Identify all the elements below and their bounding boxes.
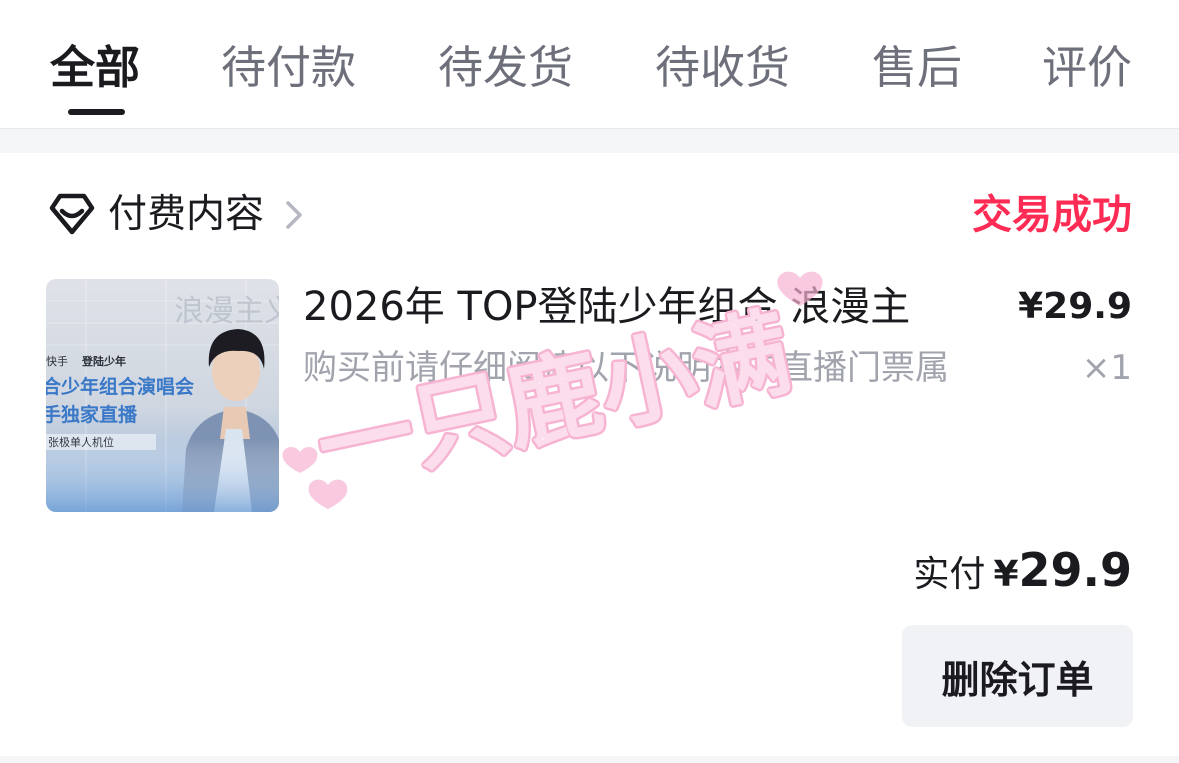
thumbnail-show-name: 登陆少年	[81, 354, 126, 368]
paid-amount: 29.9	[1018, 543, 1133, 597]
diamond-tag-icon	[49, 193, 95, 235]
order-card[interactable]: 付费内容 交易成功 浪漫主义	[0, 153, 1179, 756]
product-description: 购买前请仔细阅读以下说明本次直播门票属	[303, 348, 949, 388]
thumbnail-line-1: 合少年组合演唱会	[46, 375, 194, 398]
store-name[interactable]: 付费内容	[108, 189, 264, 241]
product-price: ¥29.9	[1018, 286, 1132, 327]
tab-pending-payment[interactable]: 待付款	[221, 38, 356, 98]
paid-currency: ¥	[993, 554, 1019, 595]
paid-total: 实付 ¥ 29.9	[913, 543, 1132, 597]
tab-pending-shipment[interactable]: 待发货	[438, 38, 573, 98]
tab-pending-receipt[interactable]: 待收货	[655, 38, 790, 98]
active-tab-indicator	[68, 109, 125, 115]
product-title[interactable]: 2026年 TOP登陆少年组合 浪漫主	[303, 281, 1003, 333]
tab-all[interactable]: 全部	[50, 38, 140, 98]
paid-label: 实付	[913, 554, 986, 595]
order-status: 交易成功	[972, 192, 1132, 238]
tab-reviews[interactable]: 评价	[1042, 38, 1132, 98]
product-quantity: ×1	[1081, 348, 1132, 388]
chevron-right-icon[interactable]	[284, 199, 304, 231]
thumbnail-bg-title: 浪漫主义	[174, 294, 279, 329]
delete-order-button[interactable]: 删除订单	[902, 625, 1133, 727]
tab-after-sales[interactable]: 售后	[872, 38, 962, 98]
order-tabs-bar: 全部 待付款 待发货 待收货 售后 评价	[0, 0, 1179, 129]
thumbnail-line-2: 手独家直播	[46, 403, 138, 426]
thumbnail-brand: 快手	[46, 354, 68, 368]
product-thumbnail[interactable]: 浪漫主义 快手 登陆少年 合少年组合演唱会 手独家直播 张极单人机位	[46, 279, 279, 512]
